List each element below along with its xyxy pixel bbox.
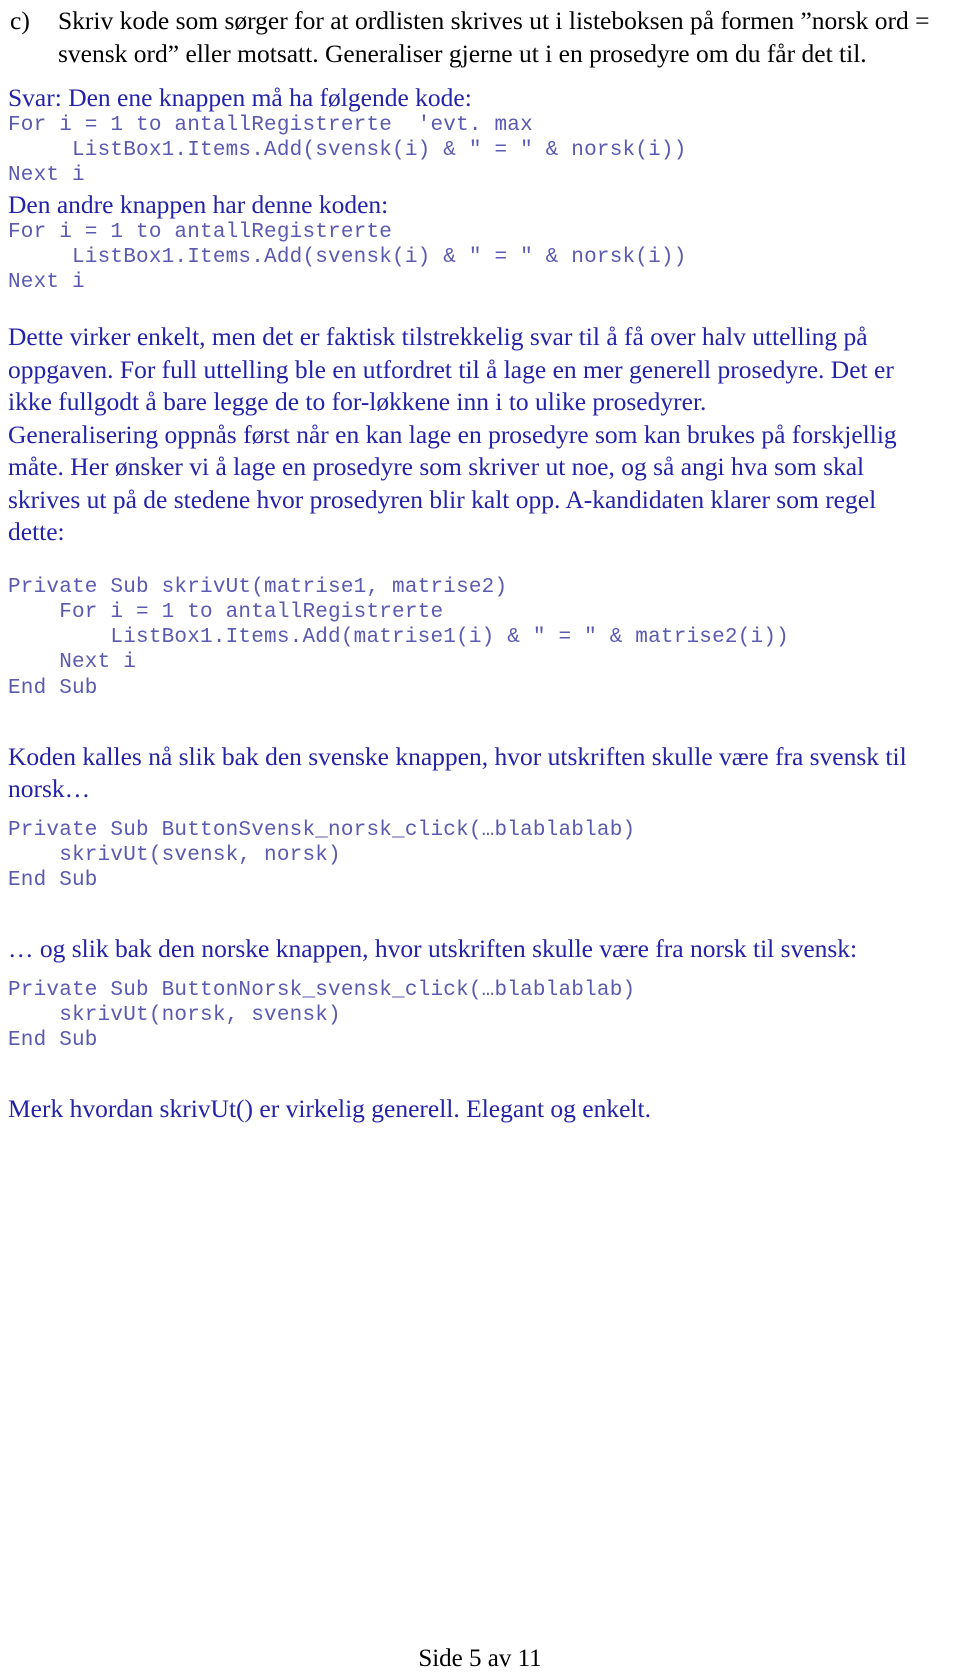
answer-lead-two: Den andre knappen har denne koden:	[8, 189, 389, 219]
question-item-c: c) Skriv kode som sørger for at ordliste…	[4, 5, 934, 70]
code-block-svensk-button: For i = 1 to antallRegistrerte 'evt. max…	[8, 114, 687, 188]
call-svensk-intro: Koden kalles nå slik bak den svenske kna…	[8, 741, 907, 804]
document-page: c) Skriv kode som sørger for at ordliste…	[0, 0, 960, 1678]
discussion-paragraph-one: Dette virker enkelt, men det er faktisk …	[8, 322, 894, 417]
page-content: c) Skriv kode som sørger for at ordliste…	[0, 0, 934, 1126]
discussion-paragraph-two: Generalisering oppnås først når en kan l…	[8, 419, 897, 547]
closing-remark: Merk hvordan skrivUt() er virkelig gener…	[8, 1094, 651, 1124]
call-norsk-intro: … og slik bak den norske knappen, hvor u…	[8, 934, 858, 964]
code-block-call-svensk: Private Sub ButtonSvensk_norsk_click(…bl…	[8, 818, 636, 893]
question-text: Skriv kode som sørger for at ordlisten s…	[58, 6, 930, 68]
page-number-label: Side 5 av 11	[418, 1645, 542, 1672]
question-marker: c)	[10, 6, 30, 35]
page-footer: Side 5 av 11	[0, 1644, 960, 1674]
answer-lead-one: Svar: Den ene knappen må ha følgende kod…	[8, 83, 472, 112]
code-block-call-norsk: Private Sub ButtonNorsk_svensk_click(…bl…	[8, 978, 636, 1053]
code-block-skrivut-procedure: Private Sub skrivUt(matrise1, matrise2) …	[8, 575, 789, 700]
code-block-norsk-button: For i = 1 to antallRegistrerte ListBox1.…	[8, 220, 687, 295]
